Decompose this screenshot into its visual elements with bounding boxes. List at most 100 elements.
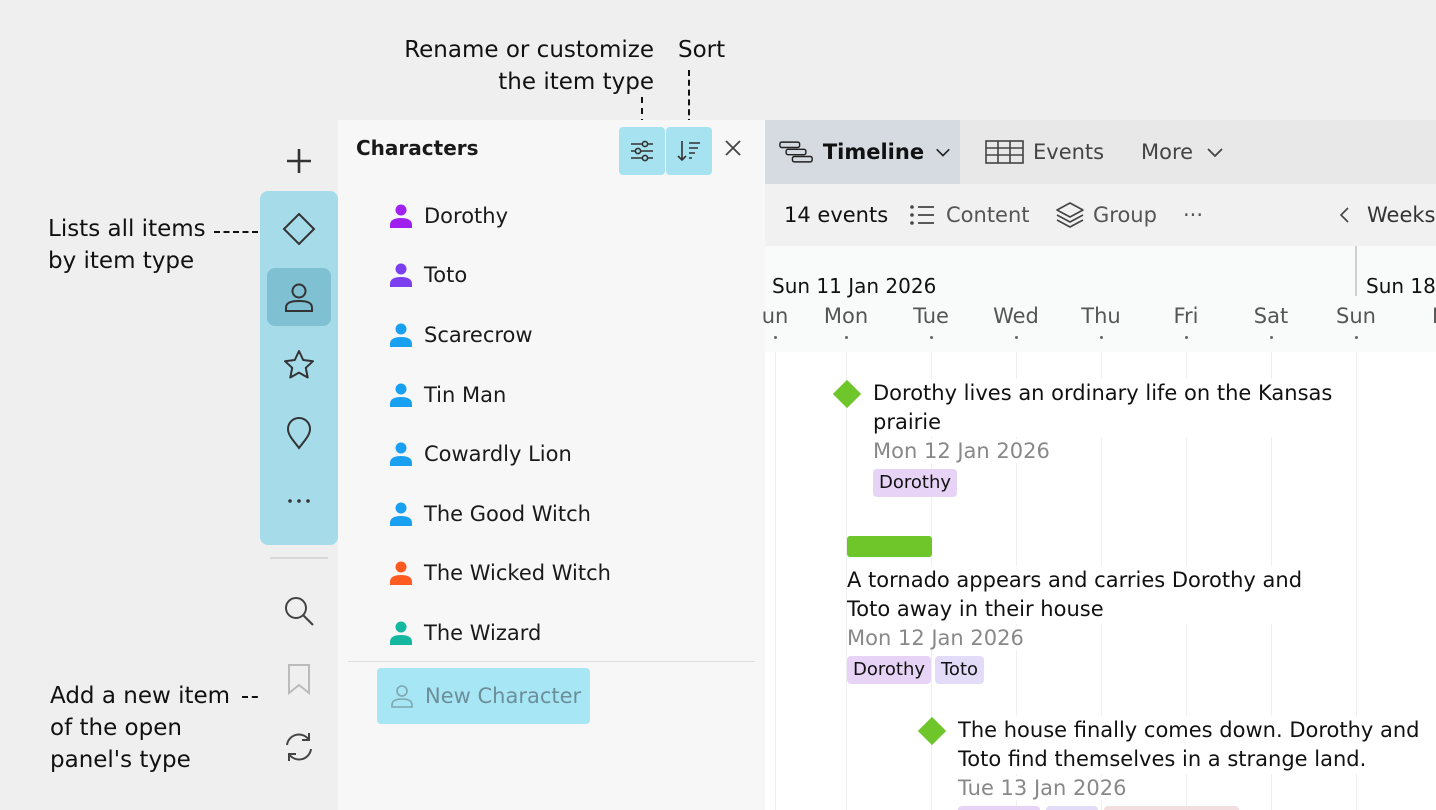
annotation-add-line1: Add a new item	[50, 683, 231, 709]
zoom-selector[interactable]: Weeks	[1335, 203, 1435, 227]
star-icon	[284, 350, 314, 379]
event-tag[interactable]	[958, 806, 1040, 810]
tab-timeline[interactable]: Timeline	[765, 120, 960, 184]
diamond-icon	[282, 212, 316, 246]
chevron-left-icon	[1339, 207, 1349, 223]
character-item[interactable]: Scarecrow	[388, 305, 611, 365]
annotation-sort-pointer	[688, 70, 690, 125]
toolbar-more-button[interactable]: ···	[1183, 203, 1203, 227]
bookmark-icon	[288, 664, 310, 696]
event-tag[interactable]: Dorothy	[873, 469, 958, 497]
day-label: Fri	[1173, 304, 1199, 328]
duration-bar[interactable]	[847, 536, 932, 557]
person-icon	[390, 263, 412, 288]
event-title[interactable]: A tornado appears and carries Dorothy an…	[847, 566, 1303, 624]
new-character-label: New Character	[425, 684, 582, 708]
event-tag[interactable]	[1104, 806, 1239, 810]
search-button[interactable]	[267, 582, 331, 640]
annotation-add-line2: of the open	[50, 715, 182, 741]
chevron-down-icon	[936, 148, 950, 157]
tab-events[interactable]: Events	[985, 120, 1104, 184]
event-title-line: prairie	[873, 410, 942, 434]
day-label: un	[761, 304, 789, 328]
date-header: Sun 11 Jan 2026 Sun 18 un Mon Tue Wed Thu Fri…	[762, 246, 1436, 352]
event-tag[interactable]: Toto	[935, 656, 985, 684]
annotation-add: Add a new item of the open panel's type	[50, 680, 230, 776]
event-tag[interactable]: Dorothy	[847, 656, 932, 684]
panel-divider	[348, 661, 755, 662]
characters-panel: Characters Dorothy Toto Scarecrow Tin Man Co…	[338, 120, 765, 810]
day-tick	[1270, 336, 1273, 339]
event-date: Mon 12 Jan 2026	[847, 626, 1024, 650]
event-title[interactable]: Dorothy lives an ordinary life on the Ka…	[873, 379, 1333, 437]
day-label: Sat	[1253, 304, 1289, 328]
new-character-button[interactable]: New Character	[377, 668, 590, 724]
annotation-rename-line1: Rename or customize	[404, 37, 654, 63]
character-item[interactable]: Cowardly Lion	[388, 424, 611, 484]
layers-icon	[1056, 202, 1084, 228]
person-icon	[390, 442, 412, 467]
event-title[interactable]: The house finally comes down. Dorothy an…	[958, 716, 1420, 774]
panel-title: Characters	[356, 136, 479, 160]
search-icon	[285, 597, 314, 626]
person-icon	[285, 283, 313, 312]
rail-item-more[interactable]	[267, 472, 331, 530]
table-icon	[985, 140, 1024, 164]
day-label: Thu	[1081, 304, 1121, 328]
character-name: Tin Man	[424, 382, 507, 407]
sync-button[interactable]	[267, 718, 331, 776]
group-label: Group	[1093, 203, 1157, 227]
character-item[interactable]: Toto	[388, 246, 611, 306]
group-button[interactable]: Group	[1055, 201, 1157, 229]
chevron-down-icon	[1207, 148, 1223, 158]
annotation-sort: Sort	[678, 37, 726, 63]
milestone-marker[interactable]	[832, 379, 862, 409]
person-icon	[390, 383, 412, 407]
event-tag[interactable]	[1046, 806, 1098, 810]
close-panel-button[interactable]	[723, 136, 743, 164]
customize-type-button[interactable]	[619, 127, 665, 175]
add-button[interactable]	[267, 132, 331, 190]
character-item[interactable]: Dorothy	[388, 186, 611, 246]
rail-item-favorites[interactable]	[267, 336, 331, 394]
event-date: Tue 13 Jan 2026	[958, 776, 1127, 800]
day-tick	[930, 336, 933, 339]
ellipsis-icon	[288, 499, 310, 503]
annotation-add-line3: panel's type	[50, 747, 191, 773]
character-list: Dorothy Toto Scarecrow Tin Man Cowardly Lion…	[388, 186, 611, 663]
milestone-marker[interactable]	[917, 716, 947, 746]
content-button[interactable]: Content	[908, 202, 1030, 228]
day-tick	[845, 336, 848, 339]
rail-item-events[interactable]	[267, 200, 331, 258]
day-tick	[1015, 336, 1018, 339]
event-count: 14 events	[784, 203, 889, 227]
character-name: Scarecrow	[424, 322, 533, 347]
sort-icon	[677, 141, 700, 162]
event-title-line: Dorothy lives an ordinary life on the Ka…	[873, 381, 1333, 405]
rail-item-places[interactable]	[267, 404, 331, 462]
character-item[interactable]: Tin Man	[388, 365, 611, 425]
event-date: Mon 12 Jan 2026	[873, 439, 1050, 463]
week-label-2: Sun 18	[1366, 274, 1436, 298]
week-label-1: Sun 11 Jan 2026	[772, 274, 937, 298]
character-item[interactable]: The Wicked Witch	[388, 544, 611, 604]
week-divider	[1355, 246, 1357, 296]
annotation-lists-line1: Lists all items	[48, 216, 206, 242]
tab-more-label: More	[1141, 140, 1194, 164]
left-rail	[260, 120, 338, 810]
event-title-line: The house finally comes down. Dorothy an…	[958, 718, 1420, 742]
character-name: Toto	[424, 263, 468, 288]
rail-item-characters[interactable]	[267, 268, 331, 326]
sliders-icon	[631, 140, 653, 162]
rail-divider	[270, 557, 328, 559]
person-outline-icon	[391, 685, 413, 708]
character-item[interactable]: The Wizard	[388, 603, 611, 663]
tab-more[interactable]: More	[1141, 120, 1233, 184]
bookmark-button[interactable]	[267, 650, 331, 708]
character-name: The Wicked Witch	[424, 561, 611, 586]
day-tick	[1185, 336, 1188, 339]
sort-button[interactable]	[666, 127, 712, 175]
day-label: M	[1411, 304, 1436, 328]
character-item[interactable]: The Good Witch	[388, 484, 611, 544]
location-pin-icon	[286, 417, 312, 450]
